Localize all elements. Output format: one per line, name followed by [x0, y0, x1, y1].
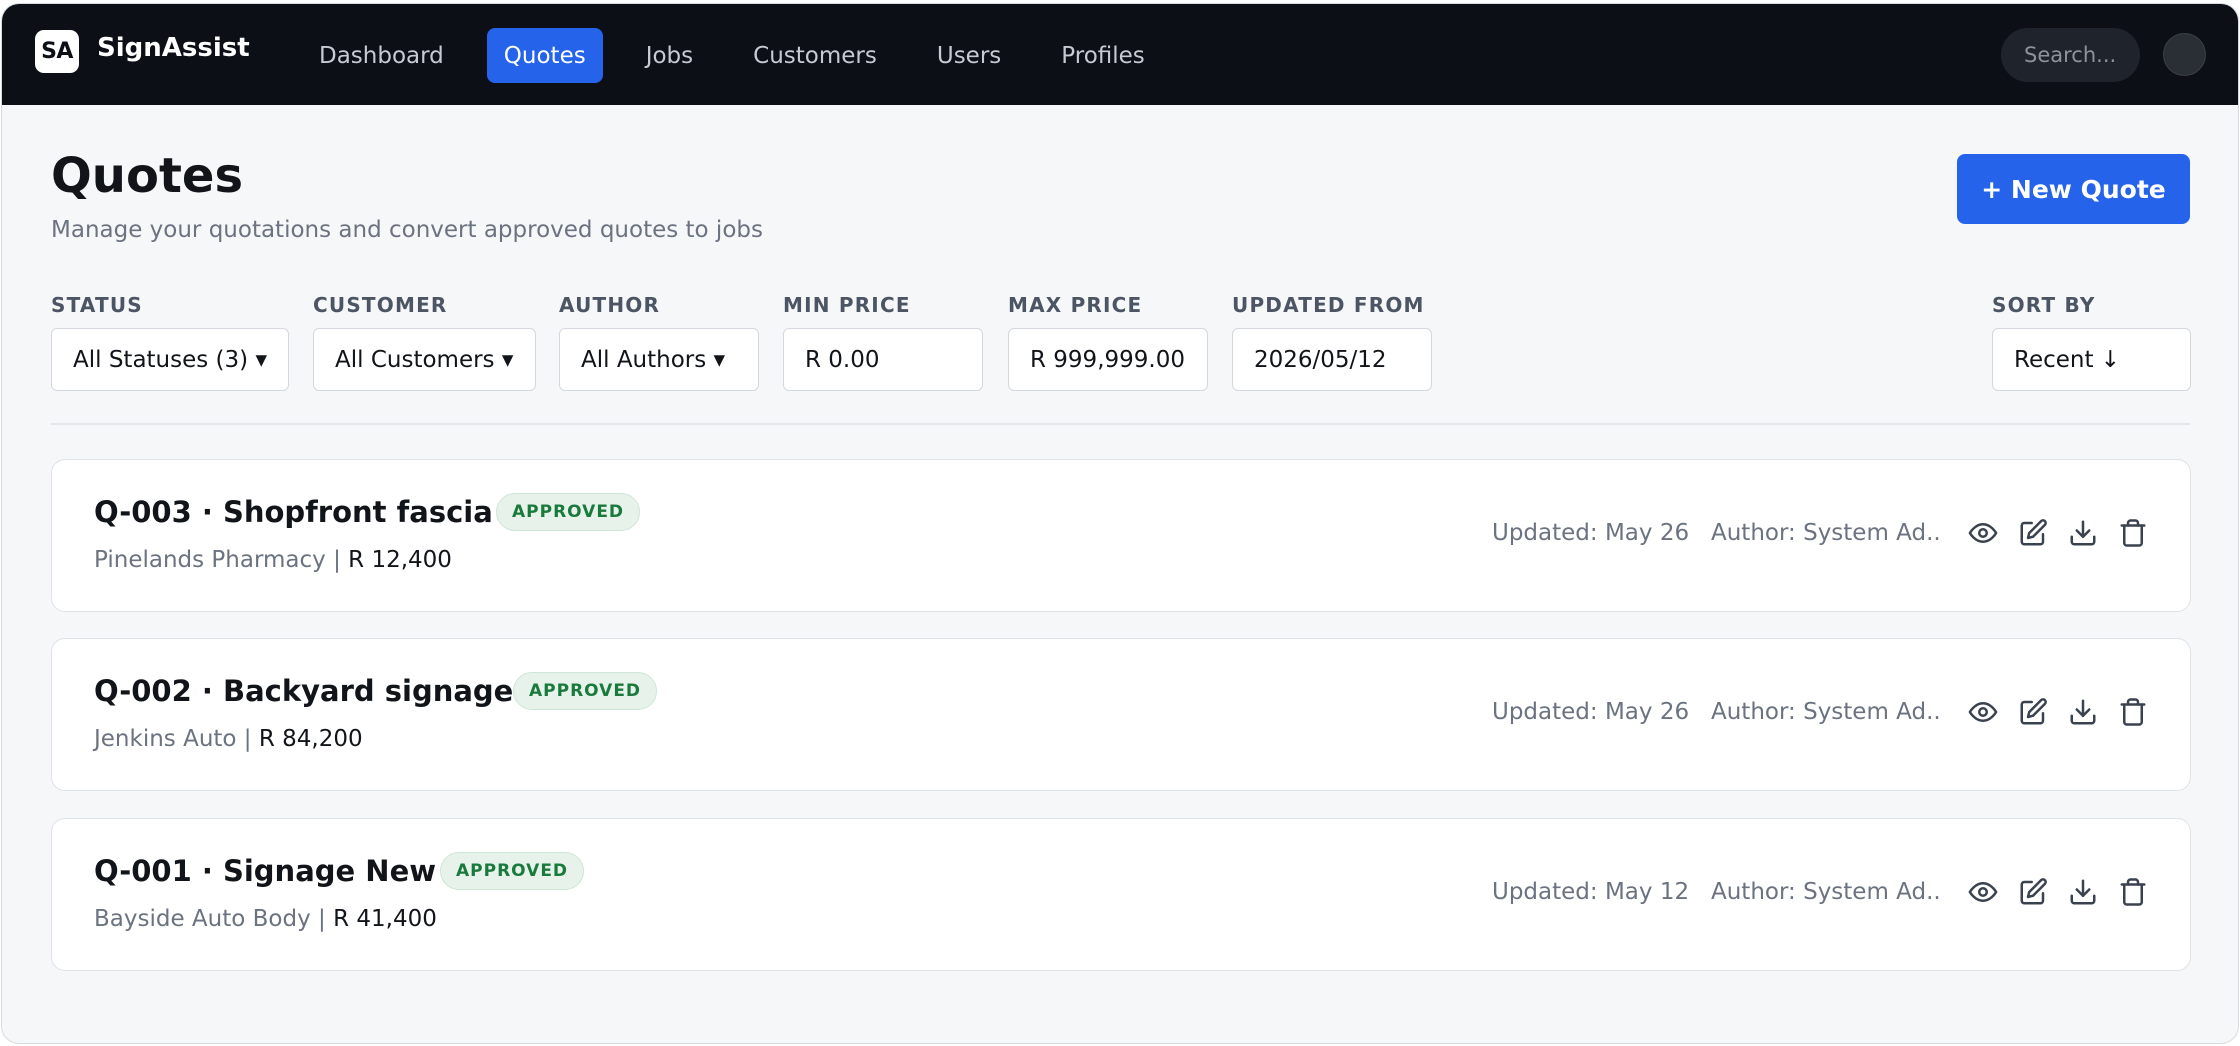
trash-icon[interactable] [2116, 516, 2150, 550]
nav-item-users[interactable]: Users [920, 28, 1018, 83]
min-price-label: MIN PRICE [783, 293, 911, 317]
quote-meta: Pinelands Pharmacy | R 12,400 [94, 547, 452, 573]
quote-card[interactable]: Q-003 · Shopfront fascia APPROVED Pinela… [51, 459, 2191, 612]
quote-price: R 84,200 [258, 726, 363, 752]
quote-card[interactable]: Q-002 · Backyard signage APPROVED Jenkin… [51, 638, 2191, 791]
avatar[interactable] [2163, 33, 2206, 76]
quote-separator: | [236, 726, 259, 752]
quote-customer: Bayside Auto Body [94, 906, 311, 932]
customer-filter-label: CUSTOMER [313, 293, 448, 317]
edit-icon[interactable] [2016, 695, 2050, 729]
updated-from-label: UPDATED FROM [1232, 293, 1425, 317]
updated-from-input[interactable]: 2026/05/12 [1232, 328, 1432, 391]
max-price-input[interactable]: R 999,999.00 [1008, 328, 1208, 391]
download-icon[interactable] [2066, 875, 2100, 909]
page-title: Quotes [51, 148, 244, 204]
top-navbar: SA SignAssist Dashboard Quotes Jobs Cust… [2, 4, 2238, 105]
edit-icon[interactable] [2016, 516, 2050, 550]
status-filter-select[interactable]: All Statuses (3) ▾ [51, 328, 289, 391]
page-subtitle: Manage your quotations and convert appro… [51, 217, 763, 243]
eye-icon[interactable] [1966, 516, 2000, 550]
quote-updated: Updated: May 12 [1492, 879, 1690, 905]
status-badge: APPROVED [440, 852, 585, 890]
search-input[interactable]: Search... [2001, 28, 2140, 82]
quote-updated: Updated: May 26 [1492, 520, 1690, 546]
nav-item-profiles[interactable]: Profiles [1044, 28, 1162, 83]
quote-separator: | [325, 547, 349, 573]
quote-title[interactable]: Q-002 · Backyard signage [94, 674, 513, 708]
brand[interactable]: SA SignAssist [35, 30, 250, 73]
quote-updated: Updated: May 26 [1492, 699, 1690, 725]
quote-actions [1966, 516, 2166, 550]
edit-icon[interactable] [2016, 875, 2050, 909]
quote-card[interactable]: Q-001 · Signage New APPROVED Bayside Aut… [51, 818, 2191, 971]
quote-author: Author: System Ad... [1711, 879, 1942, 905]
nav-item-dashboard[interactable]: Dashboard [302, 28, 461, 83]
trash-icon[interactable] [2116, 695, 2150, 729]
quote-separator: | [310, 906, 334, 932]
nav-item-quotes[interactable]: Quotes [486, 28, 603, 83]
quote-author: Author: System Ad... [1711, 699, 1942, 725]
divider [51, 423, 2190, 425]
author-filter-label: AUTHOR [559, 293, 661, 317]
sort-by-select[interactable]: Recent ↓ [1992, 328, 2191, 391]
quote-price: R 41,400 [333, 906, 437, 932]
quote-actions [1966, 695, 2166, 729]
nav-item-jobs[interactable]: Jobs [629, 28, 710, 83]
main-nav: Dashboard Quotes Jobs Customers Users Pr… [302, 28, 1188, 83]
min-price-input[interactable]: R 0.00 [783, 328, 983, 391]
quote-meta: Jenkins Auto | R 84,200 [94, 726, 363, 752]
status-badge: APPROVED [496, 493, 641, 531]
status-filter-label: STATUS [51, 293, 143, 317]
eye-icon[interactable] [1966, 695, 2000, 729]
brand-logo: SA [35, 30, 79, 73]
quote-author: Author: System Ad... [1711, 520, 1942, 546]
quote-meta: Bayside Auto Body | R 41,400 [94, 906, 437, 932]
brand-name: SignAssist [97, 32, 250, 63]
quote-title[interactable]: Q-001 · Signage New [94, 854, 436, 888]
author-filter-select[interactable]: All Authors ▾ [559, 328, 759, 391]
eye-icon[interactable] [1966, 875, 2000, 909]
sort-by-label: SORT BY [1992, 293, 2096, 317]
quote-price: R 12,400 [348, 547, 452, 573]
quote-customer: Pinelands Pharmacy [94, 547, 326, 573]
max-price-label: MAX PRICE [1008, 293, 1143, 317]
quote-customer: Jenkins Auto [94, 726, 237, 752]
trash-icon[interactable] [2116, 875, 2150, 909]
status-badge: APPROVED [513, 672, 658, 710]
new-quote-button[interactable]: + New Quote [1957, 154, 2190, 224]
nav-item-customers[interactable]: Customers [736, 28, 894, 83]
quote-title[interactable]: Q-003 · Shopfront fascia [94, 495, 493, 529]
download-icon[interactable] [2066, 516, 2100, 550]
quote-actions [1966, 875, 2166, 909]
download-icon[interactable] [2066, 695, 2100, 729]
customer-filter-select[interactable]: All Customers ▾ [313, 328, 536, 391]
app-window: SA SignAssist Dashboard Quotes Jobs Cust… [1, 3, 2239, 1044]
